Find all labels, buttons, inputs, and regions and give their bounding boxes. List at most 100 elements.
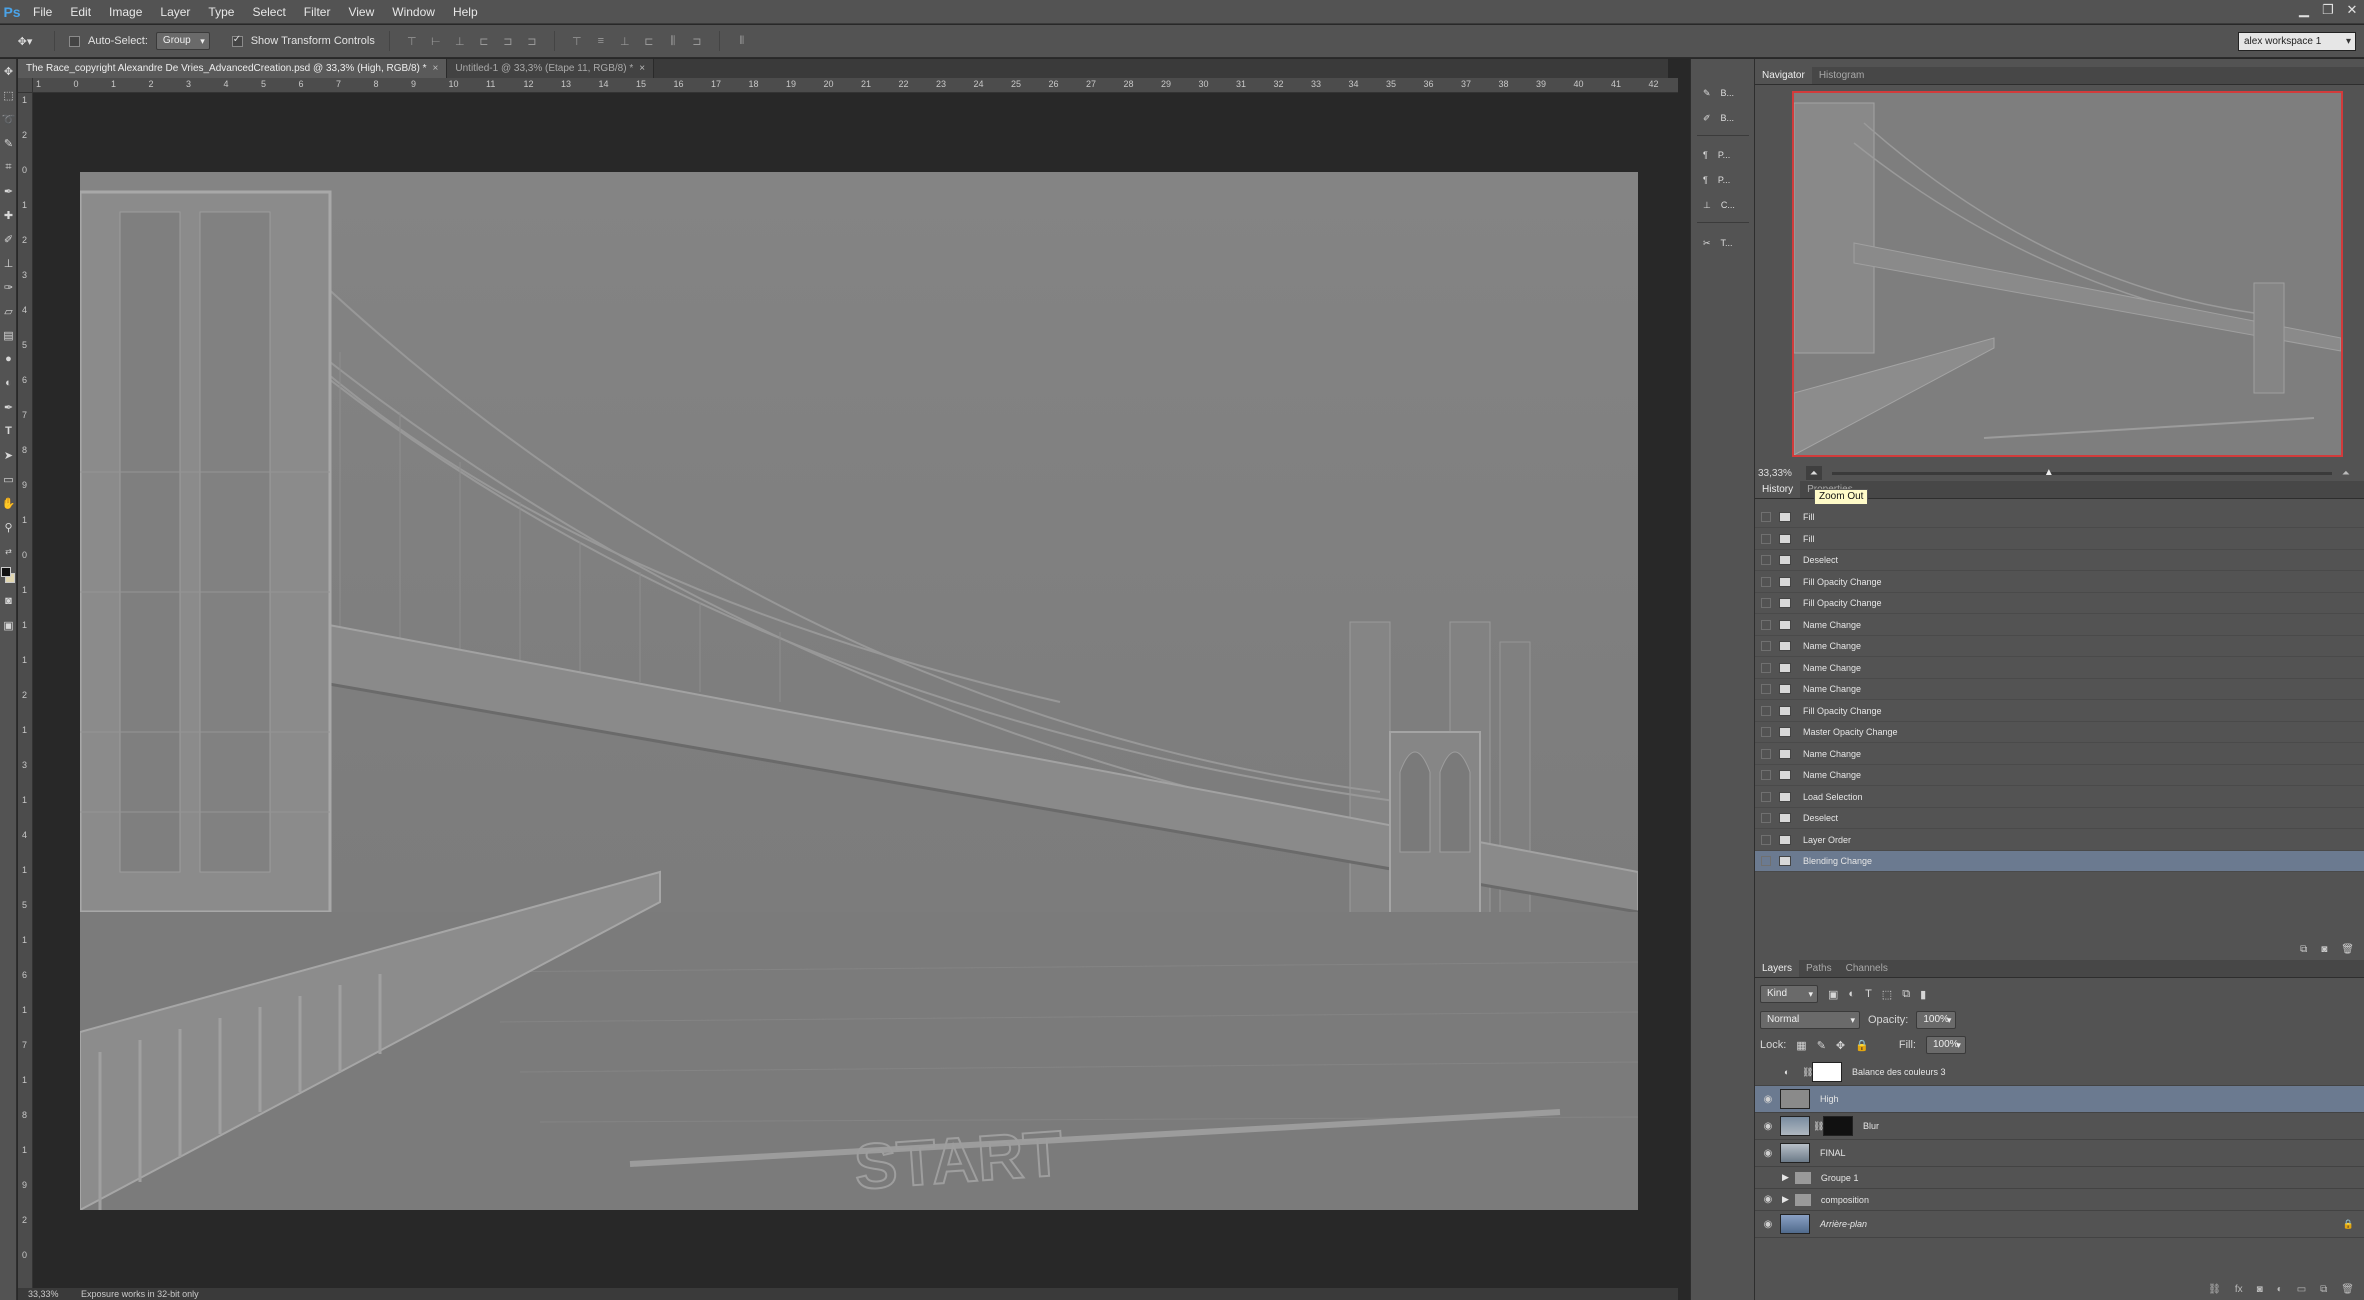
- filter-adjustment-icon[interactable]: ◐: [1848, 988, 1855, 1000]
- menu-view[interactable]: View: [339, 0, 383, 24]
- workspace-dropdown[interactable]: alex workspace 1: [2238, 32, 2356, 51]
- lock-position-icon[interactable]: ✥: [1836, 1039, 1845, 1052]
- history-source-checkbox[interactable]: [1761, 662, 1771, 673]
- history-item[interactable]: Deselect: [1755, 808, 2364, 829]
- visibility-eye-icon[interactable]: ◉: [1760, 1193, 1776, 1207]
- history-item[interactable]: Name Change: [1755, 636, 2364, 657]
- filter-smart-icon[interactable]: ⧉: [1902, 988, 1910, 1001]
- zoom-slider[interactable]: ▲: [1831, 467, 2332, 478]
- layer-row[interactable]: ◉ Arrière-plan 🔒: [1755, 1211, 2364, 1238]
- new-document-from-state-icon[interactable]: ⧉: [2300, 944, 2307, 955]
- filter-type-icon[interactable]: T: [1865, 988, 1872, 1000]
- tab-paths[interactable]: Paths: [1799, 960, 1839, 977]
- visibility-eye-icon[interactable]: ◉: [1760, 1146, 1776, 1160]
- tab-channels[interactable]: Channels: [1839, 960, 1895, 977]
- history-source-checkbox[interactable]: [1761, 705, 1771, 716]
- history-source-checkbox[interactable]: [1761, 748, 1771, 759]
- layer-row[interactable]: ◐ ⛓ Balance des couleurs 3: [1755, 1059, 2364, 1086]
- auto-select-dropdown[interactable]: Group: [155, 32, 210, 50]
- layer-row[interactable]: ▶ Groupe 1: [1755, 1167, 2364, 1189]
- menu-type[interactable]: Type: [199, 0, 243, 24]
- history-item[interactable]: Name Change: [1755, 615, 2364, 636]
- tab-navigator[interactable]: Navigator: [1755, 67, 1812, 84]
- history-item[interactable]: Master Opacity Change: [1755, 722, 2364, 743]
- layer-name[interactable]: High: [1820, 1094, 1839, 1104]
- panel-brush-presets[interactable]: ✐ B...: [1691, 106, 1755, 130]
- history-item[interactable]: Load Selection: [1755, 787, 2364, 808]
- menu-image[interactable]: Image: [100, 0, 151, 24]
- status-info[interactable]: Exposure works in 32-bit only: [81, 1289, 199, 1299]
- add-mask-icon[interactable]: ◙: [2257, 1284, 2263, 1300]
- document-tab-active[interactable]: The Race_copyright Alexandre De Vries_Ad…: [18, 59, 448, 78]
- lock-all-icon[interactable]: 🔒: [1855, 1039, 1869, 1052]
- tab-history[interactable]: History: [1755, 481, 1801, 498]
- delete-icon[interactable]: 🗑: [2341, 944, 2354, 955]
- history-source-checkbox[interactable]: [1761, 555, 1771, 565]
- quick-mask-icon[interactable]: ◙: [0, 589, 17, 613]
- clone-stamp-tool-icon[interactable]: ⊥: [0, 251, 17, 275]
- history-item[interactable]: Fill: [1755, 529, 2364, 550]
- filter-shape-icon[interactable]: ⬚: [1882, 988, 1892, 1001]
- tab-histogram[interactable]: Histogram: [1812, 67, 1872, 84]
- visibility-eye-icon[interactable]: [1760, 1065, 1776, 1079]
- panel-paragraph-styles[interactable]: ¶ P...: [1691, 168, 1755, 192]
- distribute-left-icon[interactable]: ⊏: [641, 34, 657, 48]
- menu-filter[interactable]: Filter: [295, 0, 340, 24]
- layer-name[interactable]: Groupe 1: [1821, 1173, 1859, 1183]
- distribute-top-icon[interactable]: ⊤: [569, 34, 585, 48]
- marquee-tool-icon[interactable]: ⬚: [0, 83, 17, 107]
- minimize-button[interactable]: ▁: [2292, 0, 2316, 20]
- panel-tool-presets[interactable]: ✂ T...: [1691, 231, 1755, 255]
- history-item[interactable]: Name Change: [1755, 679, 2364, 700]
- layer-name[interactable]: Arrière-plan: [1820, 1219, 1867, 1229]
- menu-select[interactable]: Select: [243, 0, 294, 24]
- distribute-bottom-icon[interactable]: ⊥: [617, 34, 633, 48]
- layer-row[interactable]: ◉ High: [1755, 1086, 2364, 1113]
- history-source-checkbox[interactable]: [1761, 727, 1771, 737]
- panel-clone-source[interactable]: ⊥ C...: [1691, 193, 1755, 217]
- history-source-checkbox[interactable]: [1761, 834, 1771, 845]
- dodge-tool-icon[interactable]: ◐: [0, 371, 17, 395]
- swap-colors-icon[interactable]: ⇄: [0, 539, 17, 563]
- history-source-checkbox[interactable]: [1761, 576, 1771, 587]
- history-item[interactable]: Name Change: [1755, 765, 2364, 786]
- visibility-eye-icon[interactable]: ◉: [1760, 1092, 1776, 1106]
- foreground-color-swatch[interactable]: [1, 567, 11, 577]
- close-button[interactable]: ✕: [2340, 0, 2364, 20]
- horizontal-ruler[interactable]: 1 0 1 2 3 4 5 6 7 8 9 10 11 12 13 14 15 16 17 18 19 20 21 22 23 2…: [33, 78, 1678, 93]
- history-item[interactable]: Blending Change: [1755, 851, 2364, 872]
- panel-paragraph[interactable]: ¶ P...: [1691, 143, 1755, 167]
- move-tool-icon[interactable]: ✥: [0, 59, 17, 83]
- history-item[interactable]: Name Change: [1755, 744, 2364, 765]
- layer-row[interactable]: ◉ ▶ composition: [1755, 1189, 2364, 1211]
- blend-mode-dropdown[interactable]: Normal: [1760, 1011, 1860, 1029]
- type-tool-icon[interactable]: T: [0, 419, 17, 443]
- navigator-zoom-value[interactable]: 33,33%: [1758, 468, 1792, 479]
- path-selection-tool-icon[interactable]: ➤: [0, 443, 17, 467]
- eraser-tool-icon[interactable]: ▱: [0, 299, 17, 323]
- link-layers-icon[interactable]: ⛓: [2208, 1284, 2221, 1300]
- lock-image-icon[interactable]: ✎: [1817, 1039, 1826, 1052]
- history-source-checkbox[interactable]: [1761, 533, 1771, 544]
- zoom-slider-handle[interactable]: ▲: [2044, 467, 2054, 478]
- menu-file[interactable]: File: [24, 0, 61, 24]
- history-item[interactable]: Fill Opacity Change: [1755, 593, 2364, 614]
- visibility-eye-icon[interactable]: ◉: [1760, 1217, 1776, 1231]
- history-source-checkbox[interactable]: [1761, 770, 1771, 780]
- distribute-hcenter-icon[interactable]: ⫼: [665, 34, 681, 48]
- menu-layer[interactable]: Layer: [151, 0, 199, 24]
- crop-tool-icon[interactable]: ⌗: [0, 155, 17, 179]
- add-style-icon[interactable]: fx: [2235, 1284, 2243, 1300]
- history-source-checkbox[interactable]: [1761, 598, 1771, 608]
- new-adjustment-icon[interactable]: ◐: [2277, 1284, 2283, 1300]
- navigator-preview[interactable]: [1792, 91, 2343, 457]
- ruler-origin[interactable]: [18, 78, 33, 93]
- align-hcenter-icon[interactable]: ⊐: [500, 34, 516, 48]
- zoom-level[interactable]: 33,33%: [28, 1289, 59, 1299]
- rectangle-tool-icon[interactable]: ▭: [0, 467, 17, 491]
- close-tab-icon[interactable]: ×: [639, 63, 645, 74]
- screen-mode-icon[interactable]: ▣: [0, 613, 17, 637]
- document-tab[interactable]: Untitled-1 @ 33,3% (Etape 11, RGB/8) * ×: [447, 59, 655, 78]
- vertical-ruler[interactable]: 1201234567891011121314151617181920: [18, 93, 33, 1300]
- layer-kind-dropdown[interactable]: Kind: [1760, 985, 1818, 1003]
